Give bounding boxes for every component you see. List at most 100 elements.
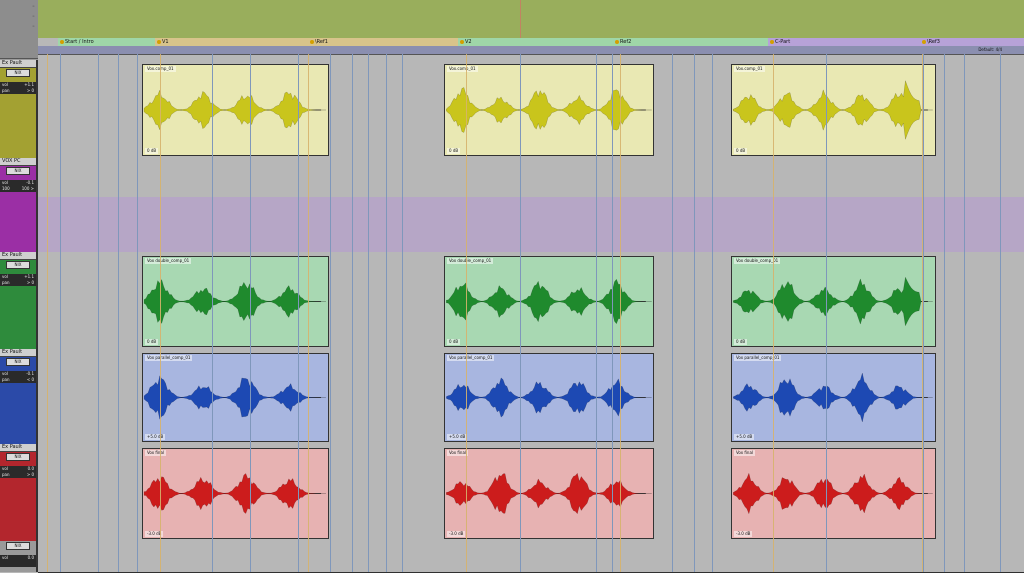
marker-label[interactable]: Ref2 <box>615 38 631 46</box>
pan-label: pan <box>2 280 10 285</box>
grid-line <box>368 54 369 572</box>
audio-clip[interactable]: Vox.comp_010 dB <box>142 64 329 156</box>
grid-line <box>137 54 138 572</box>
waveform <box>733 80 933 140</box>
clip-gain[interactable]: +5.0 dB <box>145 434 166 440</box>
marker-line <box>620 54 621 572</box>
track-name[interactable]: Ex Pault <box>0 60 36 68</box>
audio-clip[interactable]: Vox final -3.0 dB <box>444 448 654 539</box>
marker-segment <box>768 38 920 46</box>
clip-gain[interactable]: 0 dB <box>145 148 159 154</box>
marker-label[interactable]: \Ref3 <box>922 38 940 46</box>
track-control-strip[interactable]: Ex Pault NIX vol -0.1 pan < 0 <box>0 349 38 444</box>
marker-line <box>308 54 309 572</box>
audio-clip[interactable]: Vox final -3.0 dB <box>142 448 329 539</box>
track-name[interactable]: Ex Pault <box>0 444 36 452</box>
track-control-strip[interactable]: NIX vol 0.0 <box>0 541 38 572</box>
clip-gain[interactable]: 0 dB <box>145 339 159 345</box>
meter-label: Default: 4/4 <box>978 47 1002 52</box>
volume-pan-display[interactable]: vol -0.1 100 100 > <box>0 180 36 192</box>
clip-name: Vox.comp_01 <box>447 66 478 72</box>
waveform <box>733 472 933 515</box>
bar-ruler[interactable]: Default: 4/4 <box>38 46 1024 55</box>
track-mode-button[interactable]: NIX <box>6 453 30 461</box>
marker-segment <box>458 38 613 46</box>
grid-line <box>672 54 673 572</box>
marker-label[interactable]: V2 <box>460 38 472 46</box>
marker-line <box>922 54 923 572</box>
clip-gain[interactable]: +5.0 dB <box>447 434 468 440</box>
track-name[interactable]: Ex Pault <box>0 252 36 260</box>
track-control-strip[interactable]: Ex Pault NIX vol +1.1 pan > 0 <box>0 60 38 158</box>
marker-segment <box>308 38 458 46</box>
grid-line <box>386 54 387 572</box>
waveform <box>446 472 652 515</box>
marker-label[interactable]: Start / Intro <box>60 38 94 46</box>
clip-name: Vox parallel_comp_01 <box>734 355 782 361</box>
clip-gain[interactable]: 0 dB <box>447 148 461 154</box>
audio-clip[interactable]: Vox final -3.0 dB <box>731 448 936 539</box>
volume-pan-display[interactable]: vol +1.1 pan > 0 <box>0 82 36 94</box>
volume-pan-display[interactable]: vol +1.1 pan > 0 <box>0 274 36 286</box>
grid-line <box>1000 54 1001 572</box>
track-mode-button[interactable]: NIX <box>6 358 30 366</box>
grid-line <box>402 54 403 572</box>
pan-label: pan <box>2 377 10 382</box>
waveform <box>733 373 933 422</box>
track-control-strip[interactable] <box>0 197 38 252</box>
pan-value: > 0 <box>26 280 34 285</box>
track-mode-button[interactable]: NIX <box>6 261 30 269</box>
track-mode-button[interactable]: NIX <box>6 542 30 550</box>
clip-gain[interactable]: +5.0 dB <box>734 434 755 440</box>
grid-line <box>352 54 353 572</box>
clip-gain[interactable]: 0 dB <box>734 339 748 345</box>
audio-clip[interactable]: Vox parallel_comp_01 +5.0 dB <box>444 353 654 442</box>
header-button-a[interactable]: ◦ <box>32 4 35 10</box>
clip-gain[interactable]: -3.0 dB <box>447 531 466 537</box>
grid-line <box>944 54 945 572</box>
grid-line <box>60 54 61 572</box>
pan-label: pan <box>2 472 10 477</box>
marker-ruler[interactable]: Start / Intro V1 \Ref1 V2 Ref2 C-Part \Ref3 <box>38 38 1024 46</box>
track-control-strip[interactable]: VOX PC NIX vol -0.1 100 100 > <box>0 158 38 197</box>
track-control-strip[interactable]: Ex Pault NIX vol +1.1 pan > 0 <box>0 252 38 349</box>
grid-line <box>250 54 251 572</box>
track-lane[interactable] <box>38 541 1024 573</box>
pan-label: pan <box>2 88 10 93</box>
pan-value: > 0 <box>26 472 34 477</box>
marker-label[interactable]: C-Part <box>770 38 790 46</box>
track-name[interactable]: VOX PC <box>0 158 36 166</box>
clip-gain[interactable]: 0 dB <box>447 339 461 345</box>
volume-pan-display[interactable]: vol 0.0 pan > 0 <box>0 466 36 478</box>
audio-clip[interactable]: Vox parallel_comp_01 +5.0 dB <box>731 353 936 442</box>
audio-clip[interactable]: Vox.comp_010 dB <box>731 64 936 156</box>
track-control-strip[interactable]: Ex Pault NIX vol 0.0 pan > 0 <box>0 444 38 541</box>
audio-clip[interactable]: Vox double_comp_01 0 dB <box>731 256 936 347</box>
grid-line <box>923 54 924 572</box>
clip-gain[interactable]: -3.0 dB <box>734 531 753 537</box>
volume-pan-display[interactable]: vol -0.1 pan < 0 <box>0 371 36 383</box>
header-button-b[interactable]: ◦ <box>32 14 35 20</box>
track-mode-button[interactable]: NIX <box>6 167 30 175</box>
vol-label: vol <box>2 555 8 560</box>
audio-clip[interactable]: Vox parallel_comp_01 +5.0 dB <box>142 353 329 442</box>
track-name[interactable]: Ex Pault <box>0 349 36 357</box>
volume-pan-display[interactable]: vol 0.0 <box>0 555 36 567</box>
grid-line <box>330 54 331 572</box>
track-mode-button[interactable]: NIX <box>6 69 30 77</box>
marker-line <box>47 54 48 572</box>
waveform-shape <box>733 373 933 422</box>
audio-clip[interactable]: Vox double_comp_01 0 dB <box>444 256 654 347</box>
tracklist-header: ◦ ◦ ◦ <box>0 0 38 59</box>
track-lane[interactable] <box>38 197 1024 253</box>
marker-label[interactable]: V1 <box>157 38 169 46</box>
audio-clip[interactable]: Vox double_comp_01 0 dB <box>142 256 329 347</box>
track-lane[interactable] <box>38 158 1024 198</box>
waveform-shape <box>733 276 933 327</box>
audio-clip[interactable]: Vox.comp_01 0 dB <box>444 64 654 156</box>
header-button-c[interactable]: ◦ <box>32 24 35 30</box>
grid-line <box>520 54 521 572</box>
clip-gain[interactable]: 0 dB <box>734 148 748 154</box>
marker-label[interactable]: \Ref1 <box>310 38 328 46</box>
grid-line <box>98 54 99 572</box>
